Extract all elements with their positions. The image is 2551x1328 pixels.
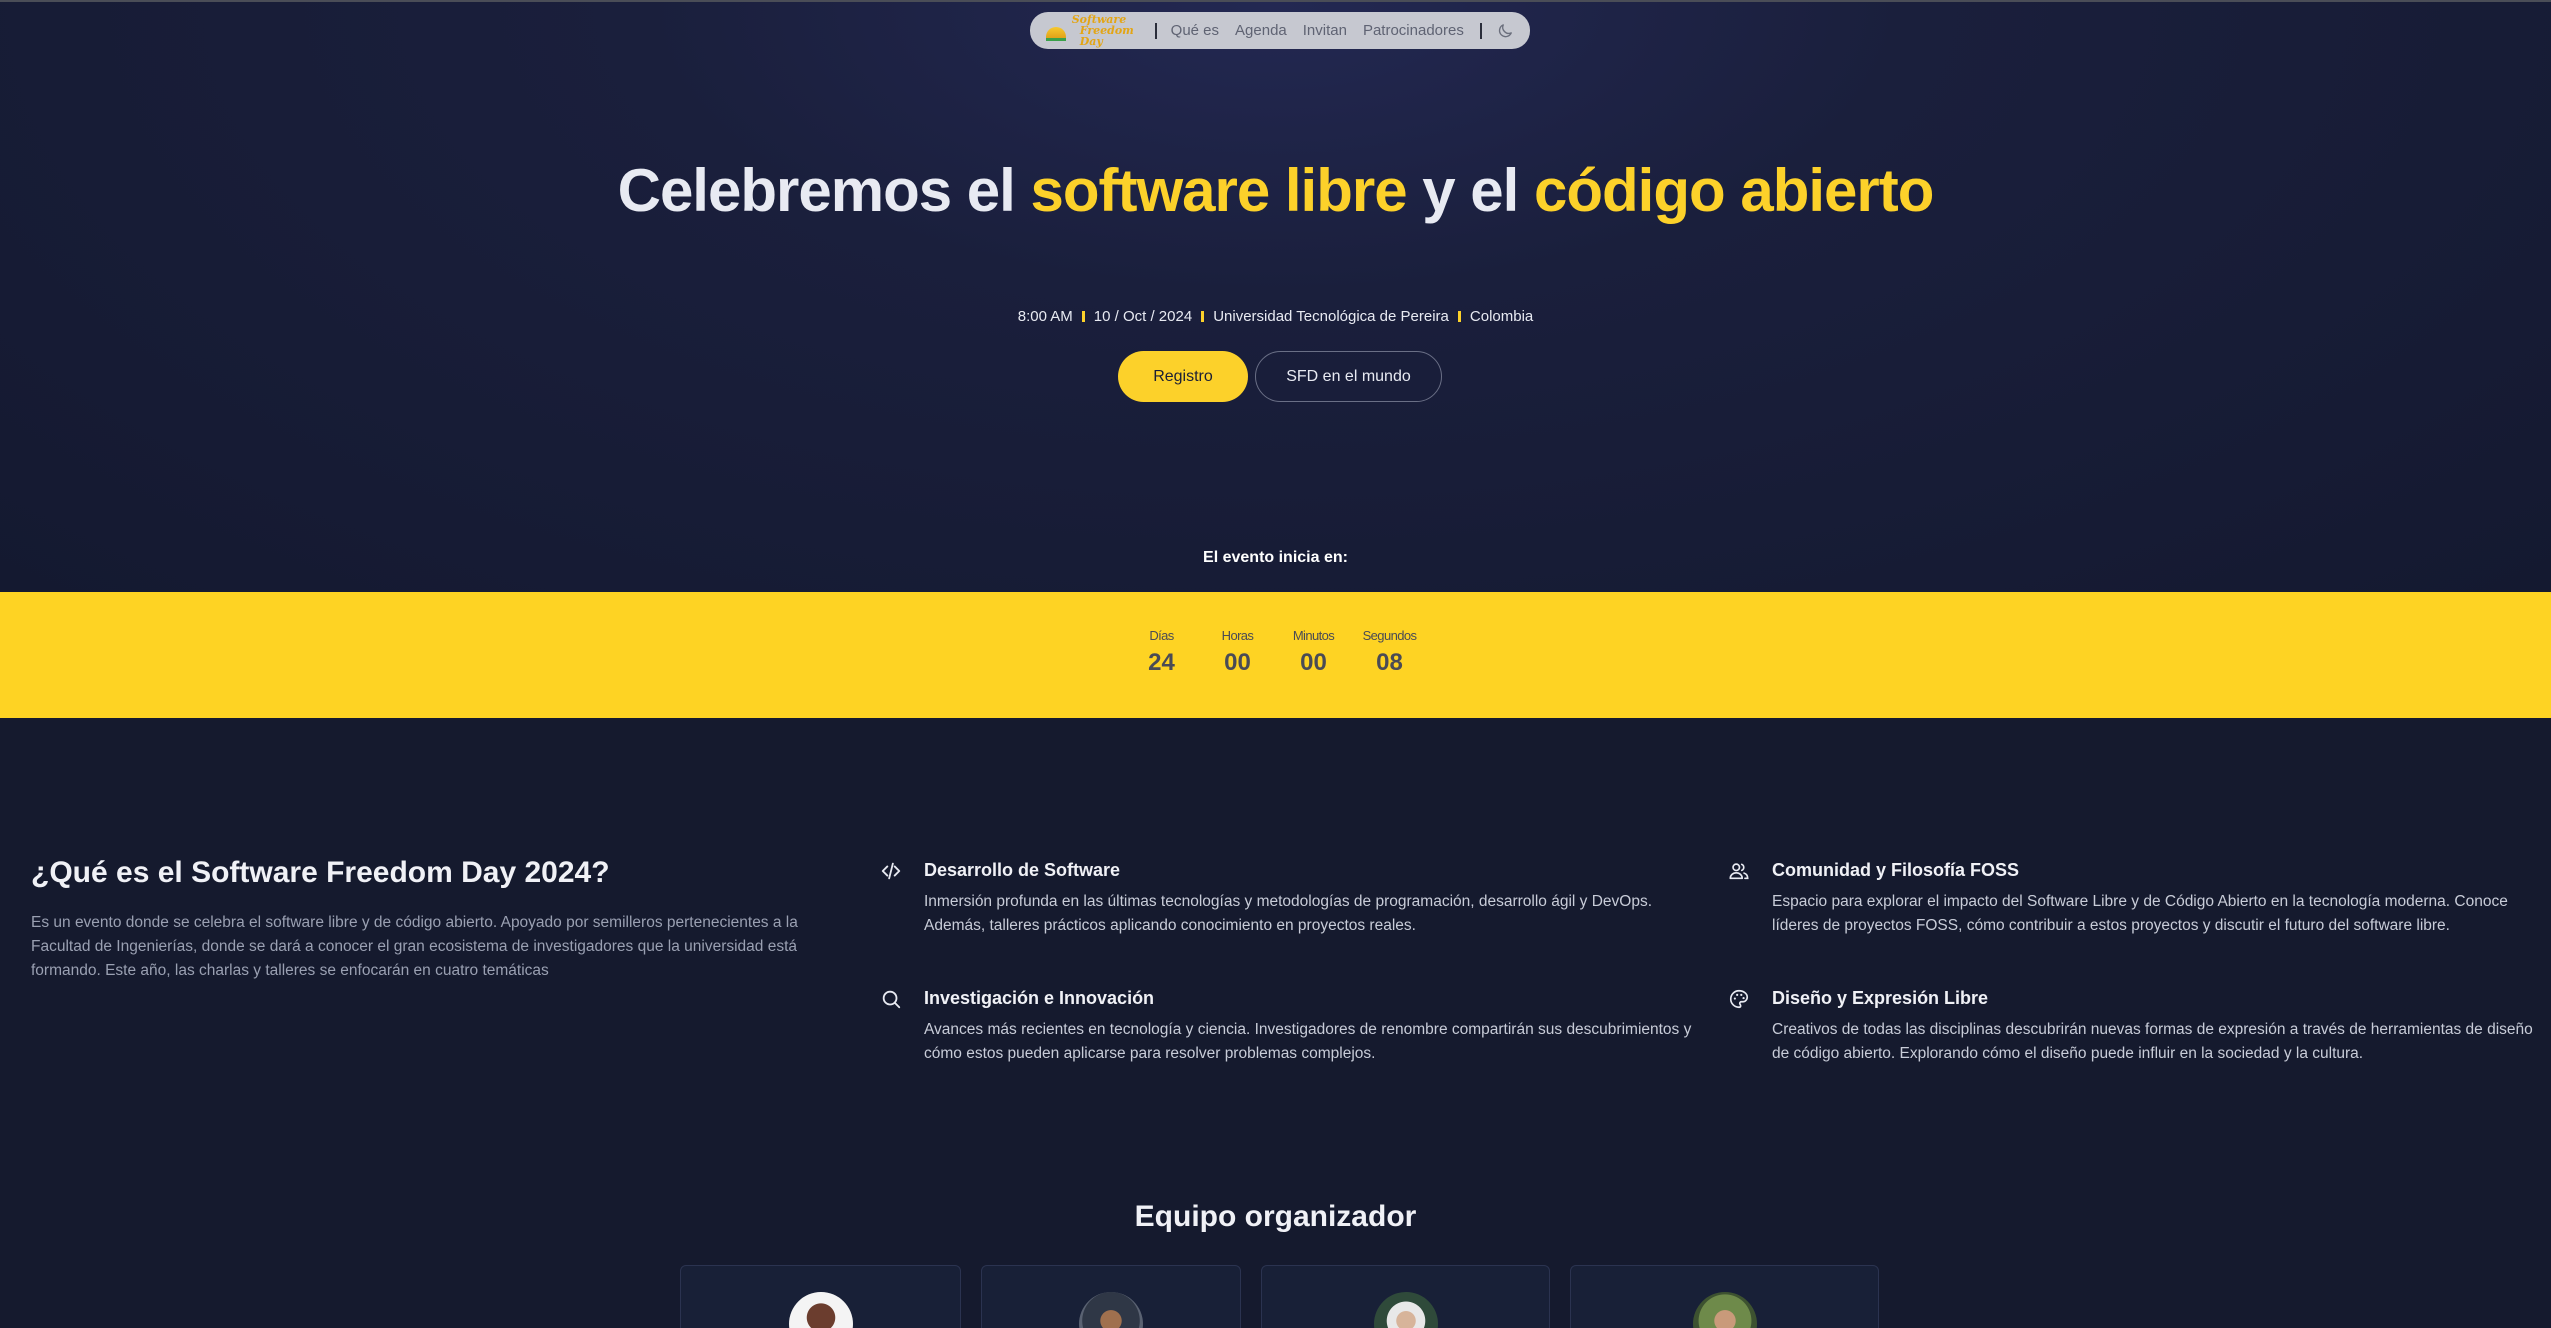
event-date: 10 / Oct / 2024 — [1093, 308, 1193, 325]
meta-separator — [1081, 311, 1085, 322]
meta-separator — [1457, 311, 1461, 322]
hero-title-text: y el — [1406, 157, 1535, 224]
hero-title: Celebremos el software libre y el código… — [0, 160, 2551, 222]
code-icon — [881, 862, 901, 880]
nav-link-invitan[interactable]: Invitan — [1303, 22, 1347, 39]
team-card[interactable] — [1570, 1265, 1879, 1328]
countdown-hours: Horas 00 — [1200, 592, 1276, 718]
feature-text: Avances más recientes en tecnología y ci… — [924, 1021, 1692, 1062]
event-venue: Universidad Tecnológica de Pereira — [1213, 308, 1449, 325]
hero-section: Software Freedom Day Qué es Agenda Invit… — [0, 2, 2551, 592]
countdown-seconds: Segundos 08 — [1352, 592, 1428, 718]
countdown-days: Días 24 — [1124, 592, 1200, 718]
avatar — [1079, 1292, 1143, 1328]
countdown-minutes: Minutos 00 — [1276, 592, 1352, 718]
feature-title: Comunidad y Filosofía FOSS — [1772, 860, 2020, 880]
countdown-unit-value: 24 — [1148, 649, 1175, 676]
avatar — [1373, 1292, 1438, 1328]
countdown-unit-value: 08 — [1376, 649, 1403, 676]
countdown-unit-value: 00 — [1300, 649, 1327, 676]
palette-icon — [1730, 989, 1749, 1009]
nav-divider — [1154, 22, 1157, 39]
users-icon — [1729, 863, 1749, 880]
event-meta: 8:00 AM 10 / Oct / 2024 Universidad Tecn… — [0, 308, 2551, 325]
avatar — [1692, 1292, 1757, 1328]
feature-text: Creativos de todas las disciplinas descu… — [1772, 1021, 2533, 1062]
team-card[interactable] — [680, 1265, 961, 1328]
register-button[interactable]: Registro — [1118, 351, 1248, 402]
nav-divider — [1479, 22, 1482, 39]
countdown-unit-name: Minutos — [1292, 628, 1335, 643]
sfd-world-button[interactable]: SFD en el mundo — [1255, 351, 1442, 402]
countdown-unit-name: Segundos — [1362, 628, 1417, 643]
navbar: Software Freedom Day Qué es Agenda Invit… — [1030, 12, 1530, 49]
feature-title: Investigación e Innovación — [924, 988, 1155, 1008]
nav-link-patrocinadores[interactable]: Patrocinadores — [1363, 22, 1464, 39]
countdown-band: Días 24 Horas 00 Minutos 00 Segundos 08 — [0, 592, 2551, 718]
about-title: ¿Qué es el Software Freedom Day 2024? — [31, 856, 610, 889]
countdown-label: El evento inicia en: — [1203, 549, 1348, 566]
hero-title-highlight: código abierto — [1534, 157, 1934, 224]
sun-logo-icon — [1046, 26, 1066, 41]
feature-text: Espacio para explorar el impacto del Sof… — [1772, 893, 2508, 934]
feature-title: Desarrollo de Software — [924, 860, 1121, 880]
hero-title-text: Celebremos el — [617, 157, 1031, 224]
feature-text: Inmersión profunda en las últimas tecnol… — [924, 893, 1653, 934]
countdown-unit-value: 00 — [1224, 649, 1251, 676]
nav-link-agenda[interactable]: Agenda — [1235, 22, 1287, 39]
countdown-unit-name: Días — [1149, 628, 1174, 643]
logo-line-2: Freedom Day — [1079, 24, 1134, 48]
event-time: 8:00 AM — [1017, 308, 1073, 325]
sfd-logo[interactable]: Software Freedom Day — [1046, 14, 1145, 48]
event-country: Colombia — [1469, 308, 1534, 325]
moon-icon[interactable] — [1496, 21, 1514, 41]
avatar — [788, 1292, 853, 1328]
hero-title-highlight: software libre — [1030, 157, 1407, 224]
team-title: Equipo organizador — [1134, 1200, 1417, 1233]
team-card[interactable] — [1261, 1265, 1550, 1328]
feature-title: Diseño y Expresión Libre — [1772, 988, 1989, 1008]
search-icon — [882, 990, 901, 1009]
team-card[interactable] — [981, 1265, 1241, 1328]
countdown-unit-name: Horas — [1221, 628, 1254, 643]
about-description: Es un evento donde se celebra el softwar… — [31, 914, 798, 979]
nav-link-que-es[interactable]: Qué es — [1171, 22, 1219, 39]
meta-separator — [1201, 311, 1205, 322]
